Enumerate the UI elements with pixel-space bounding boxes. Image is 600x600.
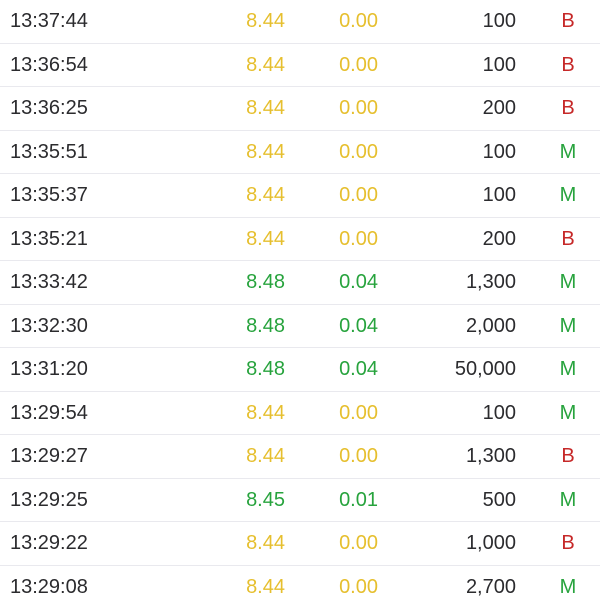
trade-side: M (559, 184, 577, 207)
trade-time: 13:37:44 (10, 10, 88, 33)
trade-row[interactable]: 13:32:30 8.48 0.04 2,000 M (0, 305, 600, 348)
trade-side: B (561, 445, 575, 468)
trade-change: 0.00 (339, 532, 378, 555)
trade-time: 13:29:27 (10, 445, 88, 468)
trade-side: M (559, 314, 577, 337)
trade-time: 13:32:30 (10, 314, 88, 337)
trade-price: 8.44 (246, 227, 285, 250)
trade-change: 0.04 (339, 271, 378, 294)
trade-volume: 200 (482, 97, 516, 120)
trade-price: 8.44 (246, 575, 285, 598)
trade-volume: 100 (482, 401, 516, 424)
trade-change: 0.00 (339, 575, 378, 598)
trade-price: 8.45 (246, 488, 285, 511)
trade-price: 8.44 (246, 10, 285, 33)
trade-volume: 2,700 (465, 575, 516, 598)
trade-side: M (559, 575, 577, 598)
trade-time: 13:29:25 (10, 488, 88, 511)
trade-volume: 1,000 (465, 532, 516, 555)
trade-volume: 1,300 (465, 271, 516, 294)
trade-side: B (561, 227, 575, 250)
trade-row[interactable]: 13:33:42 8.48 0.04 1,300 M (0, 261, 600, 305)
trade-volume: 500 (482, 488, 516, 511)
trade-side: B (561, 532, 575, 555)
trade-change: 0.01 (339, 488, 378, 511)
trade-price: 8.44 (246, 140, 285, 163)
trade-volume: 2,000 (465, 314, 516, 337)
trade-price: 8.44 (246, 445, 285, 468)
trade-change: 0.00 (339, 401, 378, 424)
trade-row[interactable]: 13:29:54 8.44 0.00 100 M (0, 392, 600, 435)
trade-change: 0.00 (339, 227, 378, 250)
trade-time: 13:33:42 (10, 271, 88, 294)
trade-change: 0.00 (339, 184, 378, 207)
trade-row[interactable]: 13:35:21 8.44 0.00 200 B (0, 218, 600, 261)
trade-time: 13:31:20 (10, 358, 88, 381)
trade-row[interactable]: 13:29:27 8.44 0.00 1,300 B (0, 435, 600, 479)
trade-time: 13:29:22 (10, 532, 88, 555)
trade-price: 8.44 (246, 53, 285, 76)
trade-volume: 50,000 (454, 358, 516, 381)
trade-time: 13:35:21 (10, 227, 88, 250)
trade-change: 0.00 (339, 97, 378, 120)
trade-change: 0.00 (339, 10, 378, 33)
trade-price: 8.48 (246, 358, 285, 381)
trade-side: M (559, 488, 577, 511)
trade-row[interactable]: 13:29:08 8.44 0.00 2,700 M (0, 566, 600, 600)
trade-change: 0.00 (339, 53, 378, 76)
trade-side: B (561, 97, 575, 120)
trade-price: 8.44 (246, 97, 285, 120)
trade-price: 8.44 (246, 401, 285, 424)
trade-row[interactable]: 13:29:22 8.44 0.00 1,000 B (0, 522, 600, 566)
trade-time: 13:29:54 (10, 401, 88, 424)
trade-time: 13:35:51 (10, 140, 88, 163)
trade-volume: 200 (482, 227, 516, 250)
trade-volume: 100 (482, 53, 516, 76)
trade-change: 0.00 (339, 445, 378, 468)
trade-row[interactable]: 13:31:20 8.48 0.04 50,000 M (0, 348, 600, 392)
trade-time: 13:29:08 (10, 575, 88, 598)
trade-row[interactable]: 13:35:37 8.44 0.00 100 M (0, 174, 600, 218)
trade-time: 13:36:54 (10, 53, 88, 76)
trade-price: 8.48 (246, 314, 285, 337)
trade-change: 0.04 (339, 314, 378, 337)
trade-change: 0.04 (339, 358, 378, 381)
trade-volume: 100 (482, 10, 516, 33)
trade-price: 8.44 (246, 184, 285, 207)
trade-volume: 100 (482, 184, 516, 207)
trade-time: 13:36:25 (10, 97, 88, 120)
trade-volume: 1,300 (465, 445, 516, 468)
trade-side: B (561, 53, 575, 76)
trade-row[interactable]: 13:29:25 8.45 0.01 500 M (0, 479, 600, 522)
trade-price: 8.44 (246, 532, 285, 555)
trade-row[interactable]: 13:37:44 8.44 0.00 100 B (0, 0, 600, 44)
trade-row[interactable]: 13:35:51 8.44 0.00 100 M (0, 131, 600, 174)
trade-volume: 100 (482, 140, 516, 163)
trade-list: 13:37:44 8.44 0.00 100 B 13:36:54 8.44 0… (0, 0, 600, 600)
trade-time: 13:35:37 (10, 184, 88, 207)
trade-change: 0.00 (339, 140, 378, 163)
trade-side: M (559, 140, 577, 163)
trade-side: M (559, 401, 577, 424)
trade-row[interactable]: 13:36:25 8.44 0.00 200 B (0, 87, 600, 131)
trade-price: 8.48 (246, 271, 285, 294)
trade-side: M (559, 358, 577, 381)
trade-row[interactable]: 13:36:54 8.44 0.00 100 B (0, 44, 600, 87)
trade-side: B (561, 10, 575, 33)
trade-side: M (559, 271, 577, 294)
